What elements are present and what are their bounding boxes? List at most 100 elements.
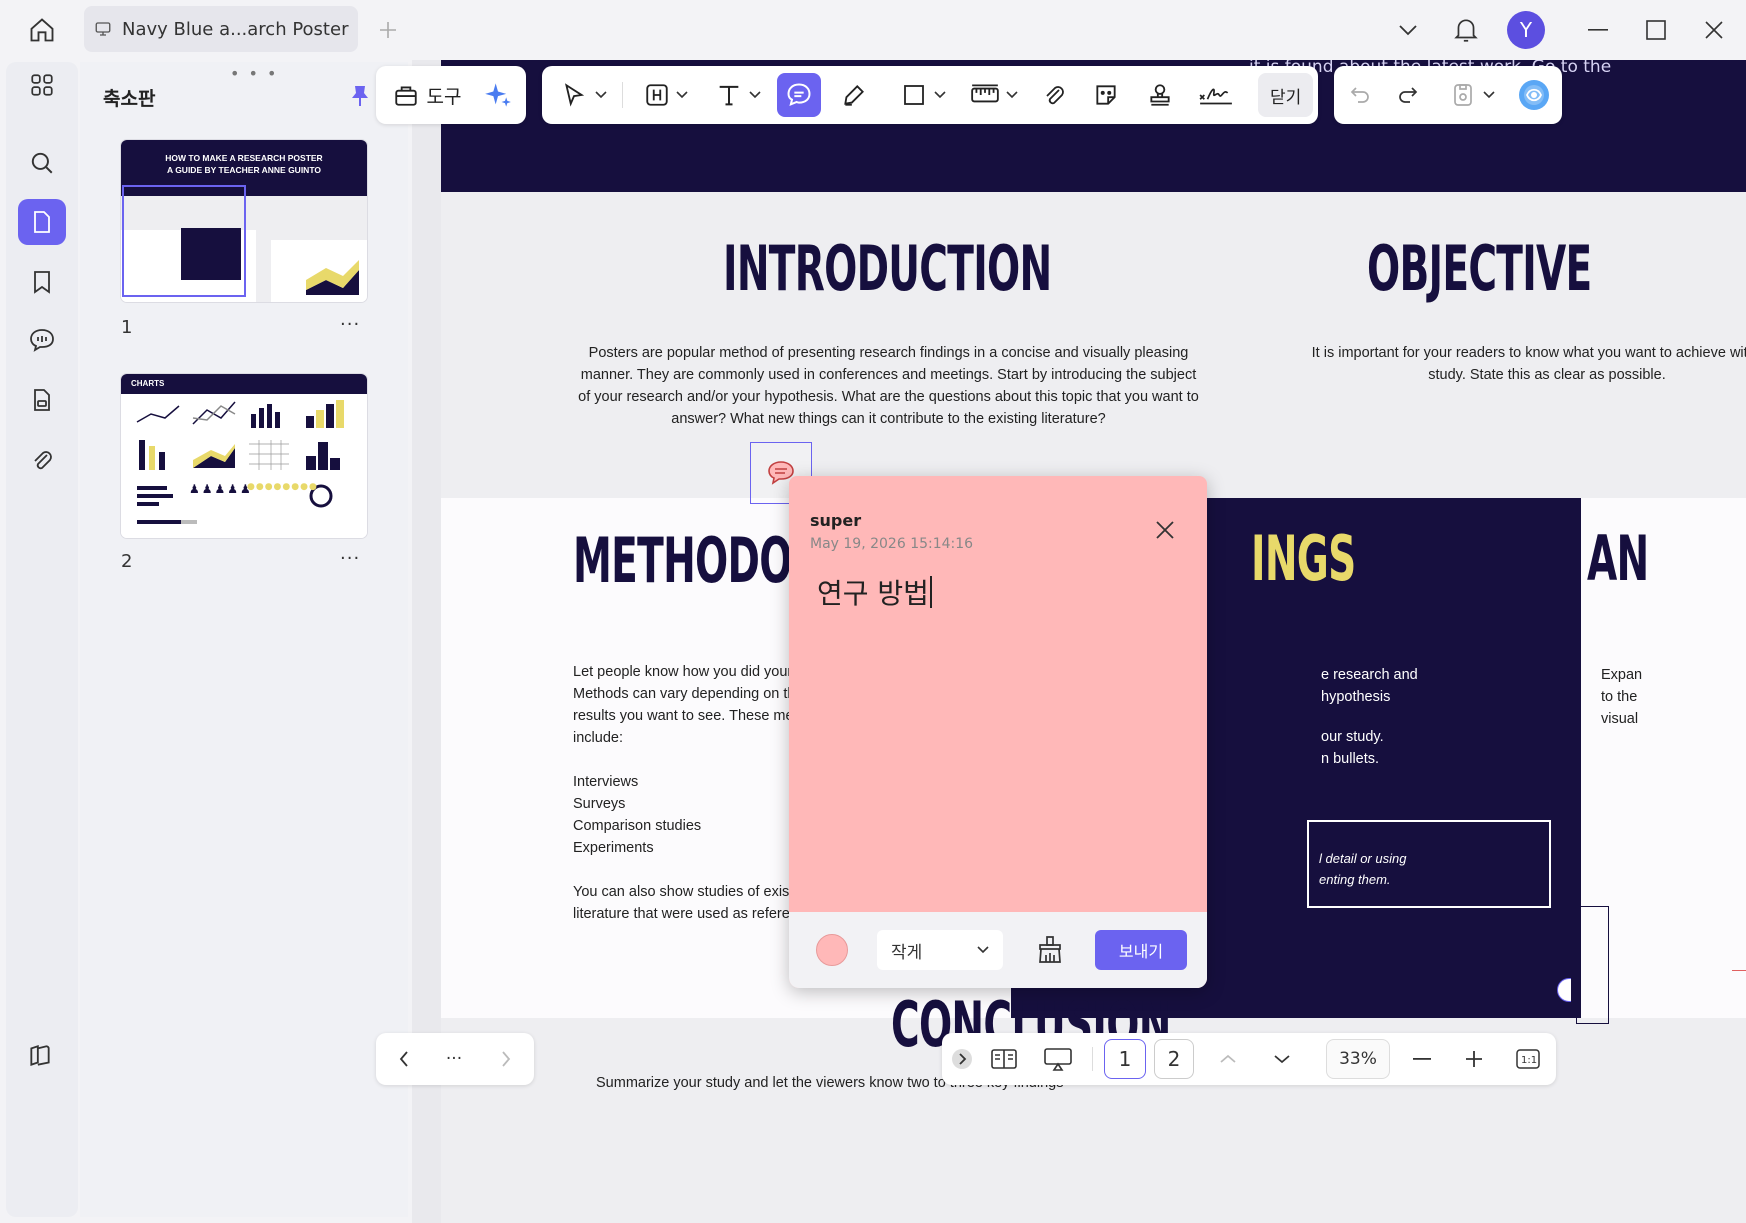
note-size-dropdown[interactable]: 작게 [877, 930, 1003, 970]
grid-icon [31, 74, 53, 96]
presentation-button[interactable] [1038, 1039, 1078, 1079]
attachment-tool[interactable] [1032, 73, 1076, 117]
zoom-out-button[interactable] [1404, 1039, 1440, 1079]
page-2-button[interactable]: 2 [1154, 1039, 1194, 1079]
paperclip-icon [34, 451, 52, 470]
prev-button[interactable] [384, 1039, 424, 1079]
close-window-button[interactable] [1694, 14, 1734, 46]
rail-attachments-button[interactable] [18, 437, 66, 483]
note-author: super [810, 511, 862, 530]
ai-assistant-button[interactable] [476, 73, 520, 117]
pen-tool[interactable] [832, 73, 876, 117]
quote-line: l detail or using [1319, 851, 1407, 866]
signature-tool[interactable] [1190, 73, 1242, 117]
objective-heading: OBJECTIVE [1367, 232, 1592, 305]
rail-theme-button[interactable] [18, 1036, 62, 1076]
undo-icon [1350, 87, 1369, 103]
ai-chat-button[interactable] [1512, 73, 1556, 117]
analysis-line: Expan [1601, 667, 1643, 683]
findings-line: our study. [1321, 729, 1384, 745]
close-annotation-label: 닫기 [1270, 87, 1302, 108]
chevron-down-icon [749, 91, 761, 99]
redo-button[interactable] [1386, 73, 1430, 117]
findings-quote-text: l detail or using enting them. [1319, 848, 1529, 890]
ruler-icon [971, 84, 999, 103]
notifications-button[interactable] [1448, 12, 1484, 48]
note-color-picker[interactable] [816, 934, 848, 966]
thumbnail-2-more-button[interactable]: ··· [340, 548, 360, 569]
new-tab-button[interactable] [370, 14, 406, 46]
pin-panel-button[interactable] [345, 80, 375, 112]
note-date: May 19, 2026 15:14:16 [810, 536, 974, 552]
user-avatar[interactable]: Y [1507, 11, 1545, 49]
text-tool[interactable] [708, 73, 768, 117]
toolbar-divider [622, 82, 623, 108]
note-footer: 작게 보내기 [789, 912, 1207, 988]
rail-bookmarks-button[interactable] [18, 259, 66, 305]
plus-icon [380, 22, 396, 38]
minimize-button[interactable] [1578, 14, 1618, 46]
undo-button[interactable] [1338, 73, 1382, 117]
annotation-toolbar: 닫기 [542, 66, 1318, 124]
note-send-button[interactable]: 보내기 [1095, 930, 1187, 970]
rail-form-button[interactable] [18, 377, 66, 423]
note-text-input[interactable]: 연구 방법 [817, 572, 932, 612]
note-text: 연구 방법 [817, 577, 929, 610]
page-controls: 1 2 33% 1:1 [942, 1033, 1556, 1085]
zoom-level[interactable]: 33% [1326, 1039, 1390, 1079]
thumbnail-2-number: 2 [121, 551, 133, 572]
zoom-in-button[interactable] [1456, 1039, 1492, 1079]
comment-icon [787, 83, 811, 106]
broom-icon [1039, 936, 1061, 963]
rail-thumbnails-button[interactable] [18, 199, 66, 245]
chevron-down-icon [977, 946, 989, 954]
page-1-button[interactable]: 1 [1104, 1039, 1146, 1079]
highlight-tool[interactable] [638, 73, 694, 117]
thumb1-title-line1: HOW TO MAKE A RESEARCH POSTER [165, 153, 323, 163]
plus-icon [1466, 1051, 1482, 1067]
minimize-icon [1588, 29, 1608, 31]
objective-text: It is important for your readers to know… [1311, 345, 1746, 383]
document-tab[interactable]: Navy Blue a...arch Poster [84, 6, 358, 52]
rail-comments-button[interactable] [18, 317, 66, 363]
stamp-tool[interactable] [1138, 73, 1182, 117]
chevron-right-circle-icon [952, 1049, 972, 1069]
tab-list-button[interactable] [1390, 14, 1426, 46]
save-icon [1454, 84, 1472, 106]
bottom-divider [1092, 1047, 1093, 1071]
tools-button[interactable]: 도구 [388, 73, 466, 117]
shape-tool[interactable] [894, 73, 954, 117]
comment-tool[interactable] [777, 73, 821, 117]
close-annotation-button[interactable]: 닫기 [1258, 73, 1314, 117]
panel-drag-handle[interactable]: • • • [230, 64, 278, 83]
thumbnail-1-more-button[interactable]: ··· [340, 314, 360, 335]
search-icon [31, 152, 53, 174]
measure-tool[interactable] [964, 73, 1024, 117]
rail-search-button[interactable] [18, 140, 66, 186]
home-button[interactable] [18, 10, 66, 50]
expand-controls-button[interactable] [948, 1039, 976, 1079]
note-clear-button[interactable] [1033, 932, 1067, 968]
note-close-button[interactable] [1149, 514, 1181, 546]
more-button[interactable]: ··· [434, 1039, 474, 1079]
pin-icon [352, 86, 368, 106]
page-icon [34, 211, 50, 233]
book-open-icon [991, 1049, 1017, 1069]
bottom-navigation: ··· [376, 1033, 534, 1085]
maximize-button[interactable] [1636, 14, 1676, 46]
minus-icon [1413, 1058, 1431, 1060]
thumb1-title-line2: A GUIDE BY TEACHER ANNE GUINTO [167, 165, 321, 175]
sticker-tool[interactable] [1084, 73, 1128, 117]
rail-apps-button[interactable] [18, 62, 66, 108]
page-thumbnail-2[interactable]: CHARTS ♟♟♟♟♟ ●●●●●●●● [121, 374, 367, 538]
toolbox-icon [394, 86, 417, 106]
page-layout-button[interactable] [984, 1039, 1024, 1079]
page-up-button[interactable] [1210, 1039, 1246, 1079]
page-down-button[interactable] [1264, 1039, 1300, 1079]
select-tool[interactable] [554, 73, 614, 117]
page-thumbnail-1[interactable]: HOW TO MAKE A RESEARCH POSTER A GUIDE BY… [121, 140, 367, 302]
save-button[interactable] [1442, 73, 1504, 117]
next-button[interactable] [486, 1039, 526, 1079]
actual-size-button[interactable]: 1:1 [1510, 1039, 1546, 1079]
close-icon [1705, 21, 1723, 39]
